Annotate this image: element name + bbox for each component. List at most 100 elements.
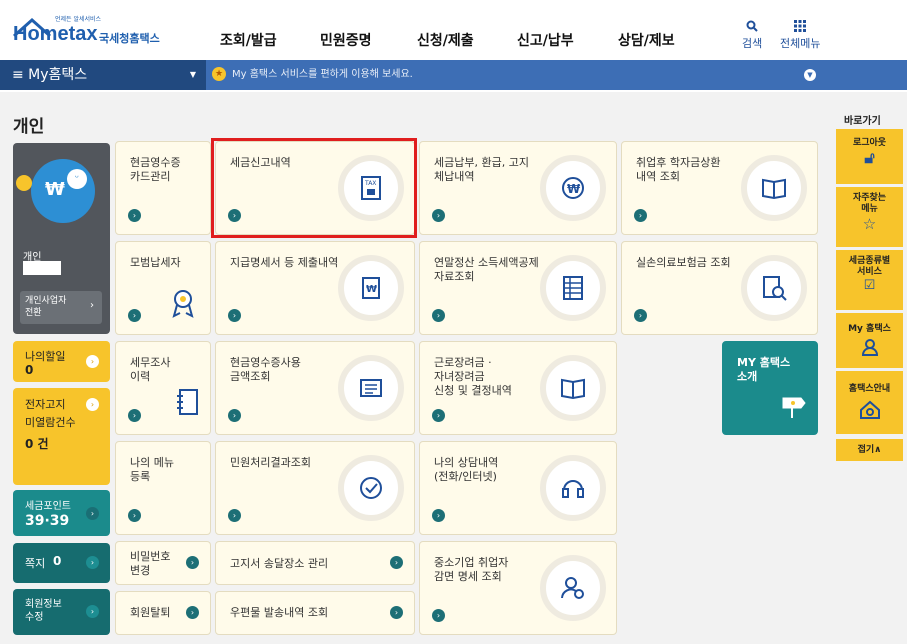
quick-my-hometax[interactable]: My 홈택스 (836, 313, 903, 368)
quick-tax-service[interactable]: 세금종류별 서비스 ☑ (836, 250, 903, 310)
tile-my-menu-register[interactable]: 나의 메뉴 등록 › (115, 441, 211, 535)
memo-card[interactable]: 쪽지 0 › (13, 543, 110, 583)
tile-tax-audit-history[interactable]: 세무조사 이력 › (115, 341, 211, 435)
tile-consult-history[interactable]: 나의 상담내역 (전화/인터넷) › (419, 441, 617, 535)
tile-label: 나의 상담내역 (전화/인터넷) (434, 456, 499, 483)
tile-label: 세금납부, 환급, 고지 체납내역 (434, 156, 529, 183)
quick-frequent-menu[interactable]: 자주찾는 메뉴 ☆ (836, 187, 903, 247)
business-convert-label: 개인사업자 전환 (25, 296, 67, 318)
tax-points-value: 39·39 (25, 513, 70, 529)
doc-search-icon (741, 255, 807, 321)
highlight-box (211, 138, 417, 238)
tile-sme-exemption[interactable]: 중소기업 취업자 감면 명세 조회 › (419, 541, 617, 635)
member-info-card[interactable]: 회원정보 수정 › (13, 589, 110, 635)
tile-label: 연말정산 소득세액공제 자료조회 (434, 256, 539, 283)
tile-cash-receipt-amount[interactable]: 현금영수증사용 금액조회 › (215, 341, 415, 435)
tile-label: 나의 메뉴 등록 (130, 456, 174, 483)
star-badge-icon: ★ (212, 67, 226, 81)
business-convert-button[interactable]: 개인사업자 전환 › (20, 291, 102, 324)
nav-application[interactable]: 신청/제출 (417, 30, 474, 50)
star-icon: ☆ (862, 215, 877, 233)
chevron-right-icon: › (90, 300, 94, 311)
tax-points-card[interactable]: 세금포인트 39·39 › (13, 490, 110, 536)
tile-label: 실손의료보험금 조회 (636, 256, 731, 269)
header: 언제든 알세서비스 Hometax 국세청홈택스 조회/발급 민원증명 신청/제… (0, 0, 907, 58)
go-arrow-icon: › (228, 409, 241, 422)
smile-icon: ᵕ (67, 169, 87, 189)
my-hometax-dropdown[interactable]: ≡ My홈택스 ▼ (0, 60, 206, 90)
tile-withdraw-member[interactable]: 회원탈퇴 › (115, 591, 211, 635)
tile-year-end-settlement[interactable]: 연말정산 소득세액공제 자료조회 › (419, 241, 617, 335)
hometax-logo[interactable]: 언제든 알세서비스 Hometax 국세청홈택스 (13, 14, 173, 50)
search-label: 검색 (742, 37, 763, 50)
tile-notice-address[interactable]: 고지서 송달장소 관리 › (215, 541, 415, 585)
tile-cash-receipt-card[interactable]: 현금영수증 카드관리 › (115, 141, 211, 235)
e-notice-label: 전자고지 미열람건수 (25, 398, 76, 429)
tile-change-password[interactable]: 비밀번호 변경 › (115, 541, 211, 585)
tile-label: 현금영수증 카드관리 (130, 156, 181, 183)
tile-label: 회원탈퇴 (130, 606, 171, 619)
tile-civil-result[interactable]: 민원처리결과조회 › (215, 441, 415, 535)
logo-subtitle: 국세청홈택스 (99, 32, 160, 45)
quick-links-panel: 바로가기 로그아웃 🔓︎ 자주찾는 메뉴 ☆ 세금종류별 서비스 ☑ My 홈택… (835, 109, 905, 469)
quick-links-title: 바로가기 (844, 116, 881, 127)
won-coin-icon: ₩ (540, 155, 606, 221)
go-arrow-icon: › (128, 409, 141, 422)
headset-icon (540, 455, 606, 521)
nav-consult[interactable]: 상담/제보 (618, 30, 675, 50)
tile-my-hometax-intro[interactable]: MY 홈택스 소개 (722, 341, 818, 435)
go-arrow-icon: › (432, 309, 445, 322)
go-arrow-icon: › (228, 509, 241, 522)
my-hometax-bar: ≡ My홈택스 ▼ ★ My 홈택스 서비스를 편하게 이용해 보세요. ▼ (0, 60, 907, 90)
my-hometax-label: ≡ My홈택스 (12, 67, 88, 83)
go-arrow-icon: › (86, 605, 99, 618)
receipt-list-icon (338, 355, 404, 421)
quick-item-label: My 홈택스 (848, 324, 891, 334)
all-menu-button[interactable]: 전체메뉴 (780, 20, 820, 51)
grid-menu-icon (794, 20, 807, 32)
go-arrow-icon: › (86, 398, 99, 411)
todo-card[interactable]: 나의할일 0 › (13, 341, 110, 382)
quick-collapse-button[interactable]: 접기∧ (836, 439, 903, 461)
e-notice-count: 0 건 (25, 437, 49, 451)
tile-label: 취업후 학자금상환 내역 조회 (636, 156, 721, 183)
tile-earned-income-credit[interactable]: 근로장려금 · 자녀장려금 신청 및 결정내역 › (419, 341, 617, 435)
e-notice-card[interactable]: 전자고지 미열람건수 0 건 › (13, 388, 110, 485)
quick-item-label: 세금종류별 서비스 (848, 256, 891, 277)
tile-label: 중소기업 취업자 감면 명세 조회 (434, 556, 509, 583)
lock-open-icon: 🔓︎ (864, 148, 875, 167)
tile-label: 근로장려금 · 자녀장려금 신청 및 결정내역 (434, 356, 512, 397)
go-arrow-icon: › (432, 409, 445, 422)
tile-model-taxpayer[interactable]: 모범납세자 › (115, 241, 211, 335)
avatar: ₩ ᵕ (31, 159, 95, 223)
tile-label: MY 홈택스 소개 (737, 356, 791, 383)
tile-tax-payment-refund[interactable]: 세금납부, 환급, 고지 체납내역 › ₩ (419, 141, 617, 235)
go-arrow-icon: › (86, 556, 99, 569)
quick-logout[interactable]: 로그아웃 🔓︎ (836, 129, 903, 184)
chevron-down-icon[interactable]: ▼ (804, 69, 816, 81)
todo-label: 나의할일 (25, 350, 66, 363)
tile-label: 민원처리결과조회 (230, 456, 311, 469)
tile-student-loan[interactable]: 취업후 학자금상환 내역 조회 › (621, 141, 818, 235)
go-arrow-icon: › (432, 609, 445, 622)
tile-label: 현금영수증사용 금액조회 (230, 356, 301, 383)
nav-inquiry[interactable]: 조회/발급 (220, 30, 277, 50)
open-book-icon (741, 155, 807, 221)
quick-hometax-guide[interactable]: 홈택스안내 (836, 371, 903, 434)
svg-text:₩: ₩ (567, 182, 581, 196)
tile-label: 우편물 발송내역 조회 (230, 606, 329, 619)
quick-item-label: 홈택스안내 (848, 384, 891, 394)
nav-certificate[interactable]: 민원증명 (320, 30, 372, 50)
tile-label: 고지서 송달장소 관리 (230, 557, 329, 570)
tile-medical-insurance[interactable]: 실손의료보험금 조회 › (621, 241, 818, 335)
go-arrow-icon: › (128, 209, 141, 222)
person-search-icon (540, 555, 606, 621)
search-button[interactable]: 검색 (742, 20, 762, 51)
go-arrow-icon: › (186, 556, 199, 569)
nav-report-payment[interactable]: 신고/납부 (517, 30, 574, 50)
tile-payment-statement[interactable]: 지급명세서 등 제출내역 › ₩ (215, 241, 415, 335)
go-arrow-icon: › (86, 355, 99, 368)
tile-mail-history[interactable]: 우편물 발송내역 조회 › (215, 591, 415, 635)
search-icon (746, 20, 758, 32)
go-arrow-icon: › (186, 606, 199, 619)
